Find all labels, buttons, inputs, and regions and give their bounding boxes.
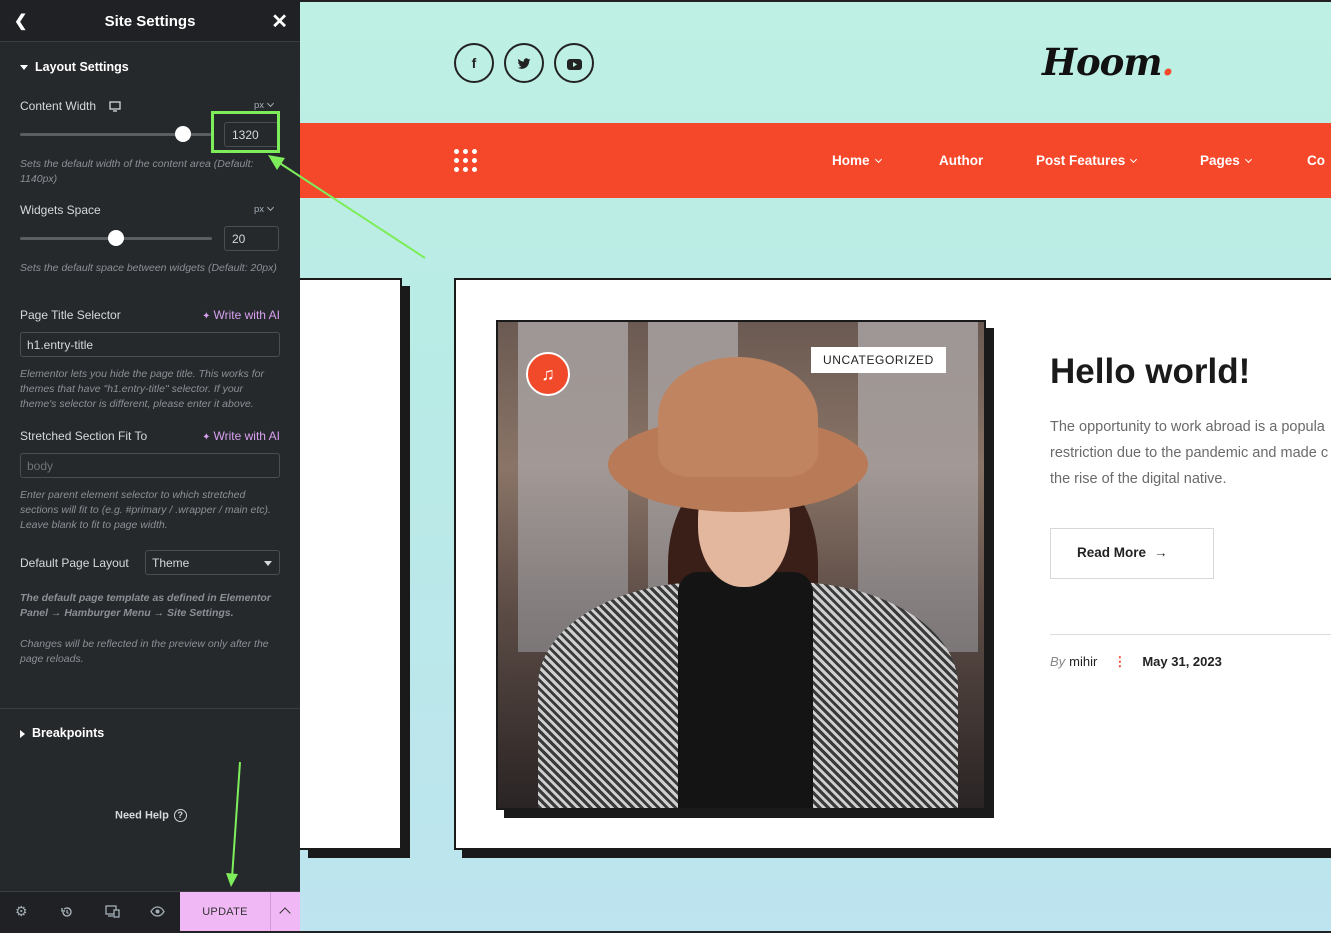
need-help-link[interactable]: Need Help? <box>115 809 187 822</box>
stretched-section-help: Enter parent element selector to which s… <box>20 489 271 531</box>
post-title[interactable]: Hello world! <box>1050 352 1250 392</box>
caret-right-icon <box>20 729 25 738</box>
photo-hat-top <box>658 357 818 477</box>
sparkle-icon: ✦ <box>202 311 211 322</box>
panel-footer: ⚙ UPDATE <box>0 891 300 933</box>
widgets-space-unit[interactable]: px <box>254 204 273 215</box>
twitter-bird-icon <box>517 58 531 70</box>
content-width-slider[interactable] <box>20 126 212 142</box>
panel-header: ❮ Site Settings ✕ <box>0 0 300 42</box>
youtube-icon[interactable] <box>554 43 594 83</box>
history-icon[interactable] <box>60 905 74 919</box>
stretched-section-label: Stretched Section Fit To <box>20 429 148 443</box>
section-layout-settings-label: Layout Settings <box>35 60 129 74</box>
nav-contact[interactable]: Co <box>1307 153 1325 168</box>
grid-dot <box>472 149 477 154</box>
panel-title: Site Settings <box>104 13 196 30</box>
section-breakpoints[interactable]: Breakpoints <box>20 726 104 740</box>
grid-dot <box>463 167 468 172</box>
write-with-ai-button-2[interactable]: ✦ Write with AI <box>202 429 280 443</box>
post-date: May 31, 2023 <box>1142 654 1222 669</box>
post-card: ♫ UNCATEGORIZED Hello world! The opportu… <box>454 278 1331 850</box>
grid-dot <box>463 149 468 154</box>
meta-separator: ⋮ <box>1113 654 1127 669</box>
grid-dot <box>454 167 459 172</box>
question-icon: ? <box>173 809 187 822</box>
main-nav: Home Author Post Features Pages Co <box>300 123 1331 198</box>
settings-icon[interactable]: ⚙ <box>15 903 28 920</box>
excerpt-line: restriction due to the pandemic and made… <box>1050 445 1329 461</box>
responsive-icon[interactable] <box>105 905 120 918</box>
arrow-right-icon: → <box>1154 545 1168 560</box>
page-title-selector-label: Page Title Selector <box>20 308 121 322</box>
twitter-icon[interactable] <box>504 43 544 83</box>
default-page-layout-help: The default page template as defined in … <box>20 592 271 619</box>
by-label: By <box>1050 654 1066 669</box>
default-page-layout-label: Default Page Layout <box>20 556 129 570</box>
nav-pages[interactable]: Pages <box>1200 153 1251 168</box>
post-author[interactable]: mihir <box>1069 654 1097 669</box>
widgets-space-slider[interactable] <box>20 230 212 246</box>
widgets-space-label: Widgets Space <box>20 203 101 217</box>
site-logo[interactable]: Hoom. <box>1042 40 1174 84</box>
content-width-slider-thumb[interactable] <box>175 126 192 142</box>
close-icon[interactable]: ✕ <box>271 9 288 34</box>
preview-icon[interactable] <box>150 906 165 917</box>
highlight-box <box>211 111 280 153</box>
write-with-ai-button[interactable]: ✦ Write with AI <box>202 308 280 322</box>
grid-dot <box>454 149 459 154</box>
grid-dot <box>454 158 459 163</box>
meta-divider <box>1050 634 1331 635</box>
update-options-button[interactable] <box>270 892 300 933</box>
default-page-layout-select[interactable]: Theme <box>145 550 280 575</box>
excerpt-line: the rise of the digital native. <box>1050 471 1227 487</box>
update-button[interactable]: UPDATE <box>180 892 270 933</box>
divider <box>0 708 300 709</box>
nav-author[interactable]: Author <box>939 153 983 168</box>
page-title-selector-input[interactable]: h1.entry-title <box>20 332 280 357</box>
site-preview: f Hoom. Home Author Post Features Pages … <box>300 0 1331 933</box>
music-note-icon[interactable]: ♫ <box>526 352 570 396</box>
widgets-space-slider-thumb[interactable] <box>108 230 124 246</box>
previous-post-card[interactable] <box>300 278 402 850</box>
stretched-section-input[interactable]: body <box>20 453 280 478</box>
facebook-icon[interactable]: f <box>454 43 494 83</box>
grid-dot <box>472 158 477 163</box>
content-width-help: Sets the default width of the content ar… <box>20 158 254 185</box>
section-breakpoints-label: Breakpoints <box>32 726 105 740</box>
nav-home[interactable]: Home <box>832 153 881 168</box>
post-featured-image[interactable]: ♫ UNCATEGORIZED <box>496 320 986 810</box>
youtube-play-icon <box>566 58 582 70</box>
grid-dot <box>472 167 477 172</box>
screen: { "panel": { "title": "Site Settings", "… <box>0 0 1331 933</box>
desktop-icon[interactable] <box>109 101 122 112</box>
read-more-button[interactable]: Read More → <box>1050 528 1214 579</box>
content-width-unit[interactable]: px <box>254 100 273 111</box>
reload-note: Changes will be reflected in the preview… <box>20 638 269 665</box>
photo-sweater <box>678 572 813 808</box>
section-layout-settings[interactable]: Layout Settings <box>20 60 129 74</box>
caret-down-icon <box>20 65 28 71</box>
excerpt-line: The opportunity to work abroad is a popu… <box>1050 419 1325 435</box>
content-width-label: Content Width <box>20 99 122 113</box>
nav-post-features[interactable]: Post Features <box>1036 153 1136 168</box>
grid-menu-icon[interactable] <box>454 149 478 173</box>
widgets-space-input[interactable]: 20 <box>224 226 279 251</box>
page-title-selector-help: Elementor lets you hide the page title. … <box>20 368 264 410</box>
category-badge[interactable]: UNCATEGORIZED <box>811 347 946 373</box>
post-meta: By mihir ⋮ May 31, 2023 <box>1050 654 1222 670</box>
post-excerpt: The opportunity to work abroad is a popu… <box>1050 414 1331 492</box>
widgets-space-help: Sets the default space between widgets (… <box>20 262 277 274</box>
sparkle-icon: ✦ <box>202 432 211 443</box>
grid-dot <box>463 158 468 163</box>
